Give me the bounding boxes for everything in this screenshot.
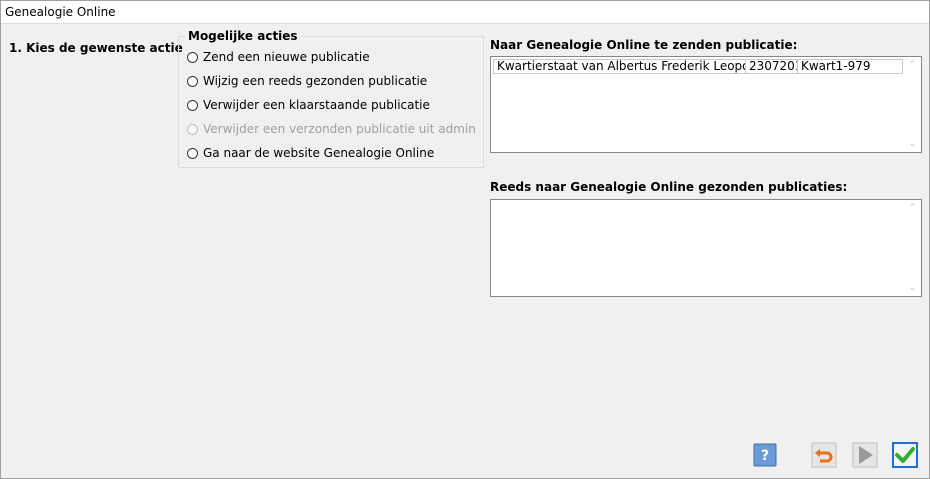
scroll-up-icon[interactable]: ⌃ xyxy=(907,60,918,70)
window-title: Genealogie Online xyxy=(5,5,116,19)
radio-label: Wijzig een reeds gezonden publicatie xyxy=(203,74,428,88)
radio-delete-sent-admin: Verwijder een verzonden publicatie uit a… xyxy=(187,121,476,137)
help-icon: ? xyxy=(753,443,777,467)
to-send-listbox[interactable]: Kwartierstaat van Albertus Frederik Leop… xyxy=(490,56,922,153)
undo-arrow-icon xyxy=(811,442,837,468)
publication-name-cell: Kwartierstaat van Albertus Frederik Leop… xyxy=(494,60,746,73)
to-send-title: Naar Genealogie Online te zenden publica… xyxy=(490,38,798,52)
scroll-down-icon[interactable]: ⌄ xyxy=(907,283,918,293)
title-bar: Genealogie Online xyxy=(1,1,929,24)
help-button[interactable]: ? xyxy=(752,442,778,468)
play-arrow-icon xyxy=(852,442,878,468)
radio-label: Zend een nieuwe publicatie xyxy=(203,50,370,64)
radio-circle[interactable] xyxy=(187,75,198,87)
publication-date-cell: 23072016 xyxy=(746,60,798,73)
check-icon xyxy=(892,442,918,468)
scroll-down-icon[interactable]: ⌄ xyxy=(907,139,918,149)
radio-modify-sent[interactable]: Wijzig een reeds gezonden publicatie xyxy=(187,73,427,89)
svg-text:?: ? xyxy=(761,448,769,464)
radio-label: Ga naar de website Genealogie Online xyxy=(203,146,435,160)
publication-code-cell: Kwart1-979 xyxy=(801,60,871,73)
radio-label: Verwijder een klaarstaande publicatie xyxy=(203,98,430,112)
radio-send-new[interactable]: Zend een nieuwe publicatie xyxy=(187,49,370,65)
main-window: Genealogie Online 1. Kies de gewenste ac… xyxy=(0,0,930,479)
step-label: 1. Kies de gewenste actie xyxy=(9,41,183,55)
scroll-up-icon[interactable]: ⌃ xyxy=(907,203,918,213)
radio-label: Verwijder een verzonden publicatie uit a… xyxy=(203,122,476,136)
ok-button[interactable] xyxy=(892,442,918,468)
radio-goto-website[interactable]: Ga naar de website Genealogie Online xyxy=(187,145,434,161)
sent-listbox[interactable]: ⌃ ⌄ xyxy=(490,199,922,297)
next-button[interactable] xyxy=(852,442,878,468)
sent-title: Reeds naar Genealogie Online gezonden pu… xyxy=(490,180,848,194)
radio-circle[interactable] xyxy=(187,51,198,63)
radio-delete-pending[interactable]: Verwijder een klaarstaande publicatie xyxy=(187,97,430,113)
to-send-scrollbar[interactable]: ⌃ ⌄ xyxy=(904,57,921,152)
actions-groupbox-title: Mogelijke acties xyxy=(185,29,301,43)
sent-scrollbar[interactable]: ⌃ ⌄ xyxy=(904,200,921,296)
radio-circle xyxy=(187,123,198,135)
radio-circle[interactable] xyxy=(187,147,198,159)
list-item[interactable]: Kwartierstaat van Albertus Frederik Leop… xyxy=(493,59,903,74)
radio-circle[interactable] xyxy=(187,99,198,111)
back-button[interactable] xyxy=(811,442,837,468)
